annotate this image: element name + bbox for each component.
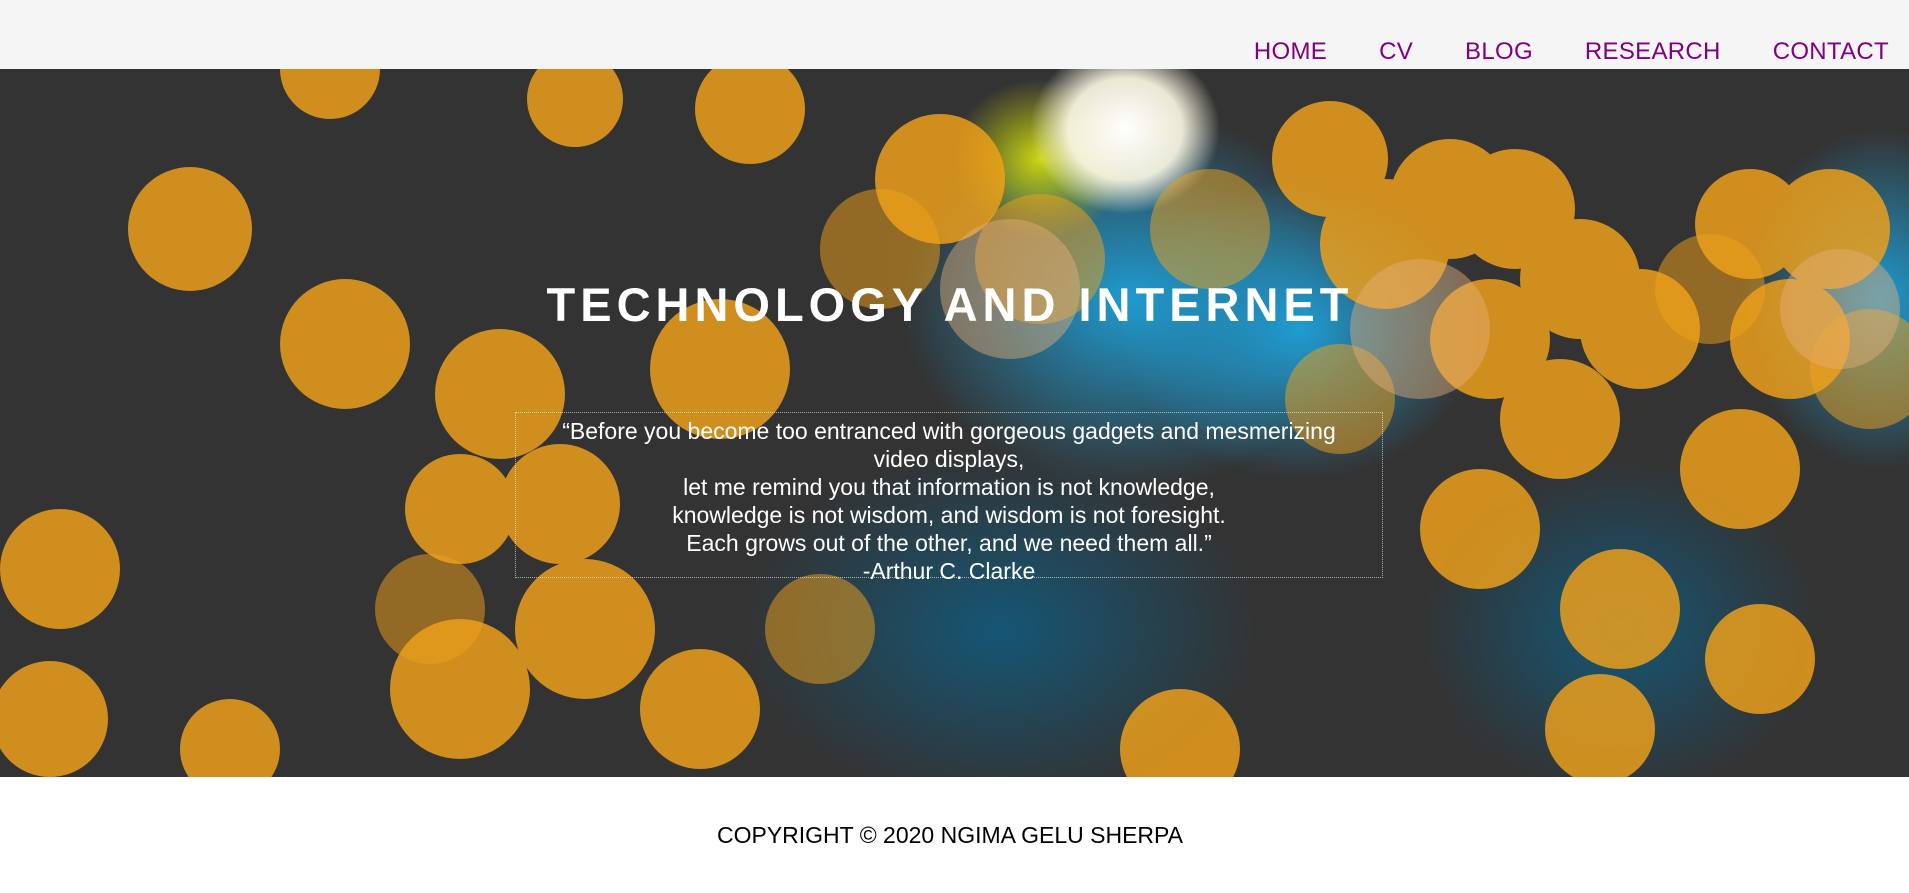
top-navigation-bar: HOME CV BLOG RESEARCH CONTACT: [0, 0, 1909, 69]
quote-line: Each grows out of the other, and we need…: [686, 530, 1212, 556]
quote-attribution: -Arthur C. Clarke: [862, 558, 1036, 584]
nav-link-contact[interactable]: CONTACT: [1773, 38, 1889, 65]
nav-item-blog: BLOG: [1465, 38, 1533, 66]
nav-item-contact: CONTACT: [1773, 38, 1889, 66]
quote-line: knowledge is not wisdom, and wisdom is n…: [672, 502, 1226, 528]
nav-item-cv: CV: [1379, 38, 1413, 66]
hero-banner: TECHNOLOGY AND INTERNET “Before you beco…: [0, 69, 1909, 777]
quote-line: let me remind you that information is no…: [683, 474, 1215, 500]
footer: COPYRIGHT © 2020 NGIMA GELU SHERPA: [0, 777, 1909, 893]
hero-title: TECHNOLOGY AND INTERNET: [546, 278, 1354, 331]
nav-link-blog[interactable]: BLOG: [1465, 38, 1533, 65]
quote-line: “Before you become too entranced with go…: [562, 418, 1336, 444]
main-nav: HOME CV BLOG RESEARCH CONTACT: [1254, 38, 1889, 66]
nav-link-cv[interactable]: CV: [1379, 38, 1413, 65]
quote-box: “Before you become too entranced with go…: [515, 412, 1383, 584]
nav-item-home: HOME: [1254, 38, 1327, 66]
nav-link-research[interactable]: RESEARCH: [1585, 38, 1721, 65]
quote-line: video displays,: [873, 446, 1025, 472]
nav-item-research: RESEARCH: [1585, 38, 1721, 66]
copyright-text: COPYRIGHT © 2020 NGIMA GELU SHERPA: [716, 822, 1183, 848]
nav-link-home[interactable]: HOME: [1254, 38, 1327, 65]
